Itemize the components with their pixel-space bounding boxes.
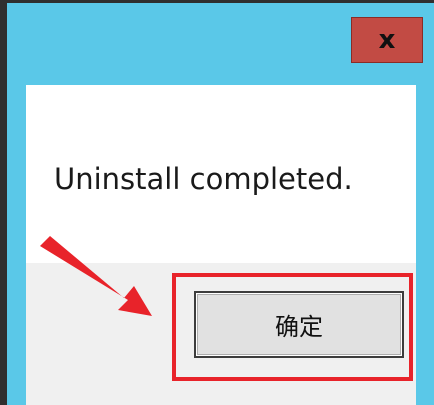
close-button[interactable]: x	[351, 17, 423, 63]
dialog-footer: 确定	[26, 263, 416, 405]
dialog-content: Uninstall completed. 确定	[26, 85, 416, 405]
ok-button[interactable]: 确定	[194, 291, 404, 358]
close-icon: x	[378, 25, 396, 55]
status-message: Uninstall completed.	[54, 162, 353, 196]
screenshot-canvas: x Uninstall completed. 确定	[0, 0, 434, 405]
